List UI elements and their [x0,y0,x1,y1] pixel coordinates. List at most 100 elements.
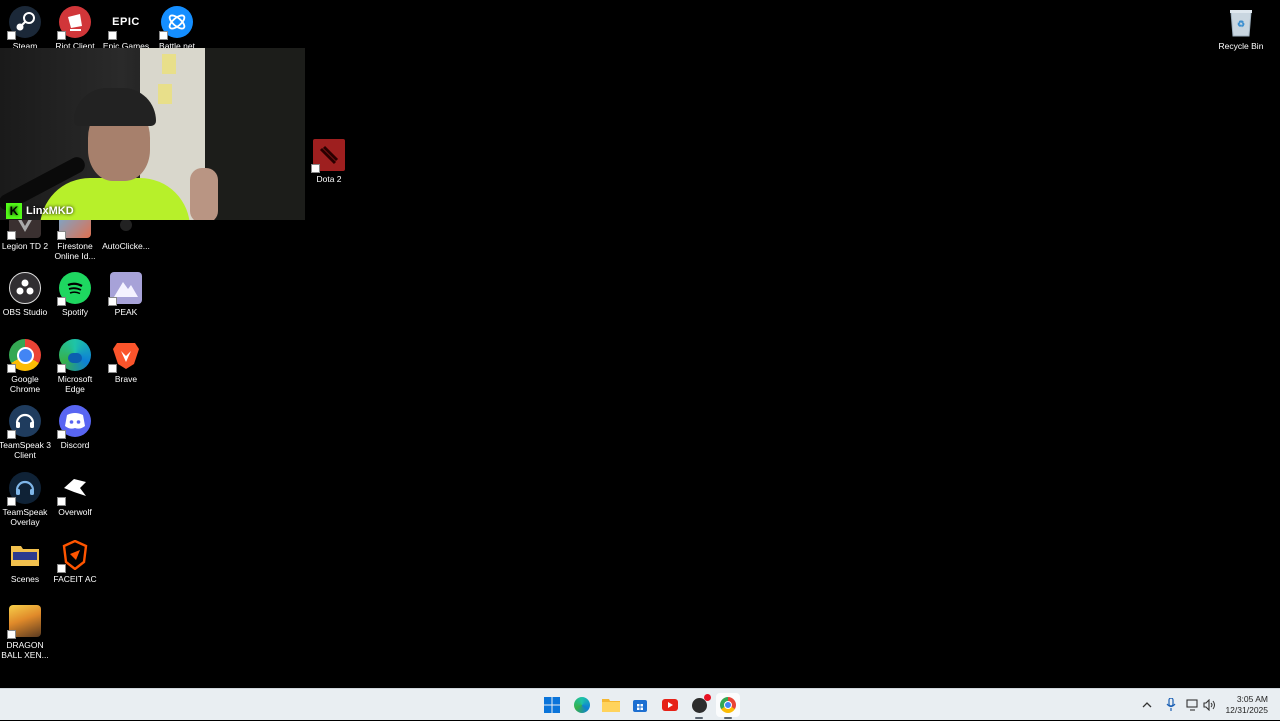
icon-label: Recycle Bin [1218,41,1264,51]
recycle-bin-icon: ♻ [1225,6,1257,38]
youtube-taskbar[interactable] [658,693,682,717]
desktop-icon-obs-studio[interactable]: OBS Studio [0,272,50,317]
obs-icon [691,693,711,713]
teamspeak-headset-icon [7,405,41,439]
shortcut-arrow-icon [7,630,16,639]
microphone-tray-button[interactable] [1166,689,1176,721]
volume-tray-button[interactable] [1203,689,1216,721]
icon-label: DRAGON BALL XEN... [1,640,49,660]
start-button[interactable] [540,693,564,717]
shortcut-arrow-icon [108,364,117,373]
chrome-icon [7,339,41,373]
shortcut-arrow-icon [57,364,66,373]
shortcut-arrow-icon [159,31,168,40]
shortcut-arrow-icon [7,231,16,240]
faceit-shield-icon [57,539,91,573]
desktop-icon-teamspeak-overlay[interactable]: TeamSpeak Overlay [0,472,50,527]
shortcut-arrow-icon [57,497,66,506]
desktop-icon-recycle-bin[interactable]: ♻ Recycle Bin [1216,6,1266,51]
icon-label: Microsoft Edge [57,374,93,394]
desktop-icon-google-chrome[interactable]: Google Chrome [0,339,50,394]
desktop-icon-dragon-ball[interactable]: DRAGON BALL XEN... [0,605,50,660]
running-indicator [695,717,703,719]
icon-label: Dota 2 [316,174,342,184]
desktop-icon-discord[interactable]: Discord [50,405,100,450]
shortcut-arrow-icon [7,364,16,373]
webcam-person-hand [190,168,218,220]
webcam-note [158,84,172,104]
desktop-icon-steam[interactable]: Steam [0,6,50,51]
icon-label: Overwolf [58,507,92,517]
clock[interactable]: 3:05 AM 12/31/2025 [1225,694,1268,716]
riot-fist-icon [57,6,91,40]
shortcut-arrow-icon [57,430,66,439]
streamer-name-tag: K LinxMKD [6,202,74,220]
teamspeak-overlay-icon [7,472,41,506]
desktop-icon-faceit-ac[interactable]: FACEIT AC [50,539,100,584]
show-hidden-icons-button[interactable] [1142,689,1152,721]
running-indicator [724,717,732,719]
epic-logo-text: EPIC [112,16,140,28]
microphone-icon [1166,698,1176,711]
icon-label: PEAK [114,307,138,317]
desktop-icon-microsoft-edge[interactable]: Microsoft Edge [50,339,100,394]
shortcut-arrow-icon [57,31,66,40]
icon-label: Spotify [62,307,88,317]
icon-label: TeamSpeak 3 Client [0,440,51,460]
obs-icon [9,272,41,304]
clock-time: 3:05 AM [1236,694,1268,704]
store-taskbar[interactable] [628,693,652,717]
clock-date: 12/31/2025 [1225,705,1268,715]
desktop-icon-battle-net[interactable]: Battle.net [152,6,202,51]
icon-label: FACEIT AC [53,574,97,584]
edge-taskbar[interactable] [570,693,594,717]
shortcut-arrow-icon [57,297,66,306]
network-tray-button[interactable] [1186,689,1200,721]
desktop-icon-epic-games[interactable]: EPIC Epic Games [101,6,151,51]
icon-label: Brave [114,374,138,384]
desktop-icon-brave[interactable]: Brave [101,339,151,384]
brave-lion-icon [108,339,142,373]
desktop-icon-riot-client[interactable]: Riot Client [50,6,100,51]
webcam-overlay: K LinxMKD [0,48,305,220]
desktop: Steam Riot Client EPIC Epic Games Battle… [0,0,1280,688]
icon-label: Firestone Online Id... [54,241,96,261]
icon-label: OBS Studio [2,307,48,317]
shortcut-arrow-icon [311,164,320,173]
webcam-note [162,54,176,74]
desktop-icon-overwolf[interactable]: Overwolf [50,472,100,517]
desktop-icon-spotify[interactable]: Spotify [50,272,100,317]
folder-icon [602,699,620,712]
desktop-icon-teamspeak-3[interactable]: TeamSpeak 3 Client [0,405,51,460]
shortcut-arrow-icon [7,31,16,40]
desktop-icon-peak[interactable]: PEAK [101,272,151,317]
shortcut-arrow-icon [108,31,117,40]
epic-games-icon: EPIC [108,6,142,40]
webcam-door [205,48,305,220]
icon-label: AutoClicke... [102,241,150,251]
spotify-icon [57,272,91,306]
edge-icon [57,339,91,373]
icon-label: Discord [60,440,90,450]
obs-taskbar[interactable] [687,693,711,719]
taskbar: 3:05 AM 12/31/2025 [0,688,1280,720]
shortcut-arrow-icon [7,430,16,439]
shortcut-arrow-icon [7,497,16,506]
kick-logo-icon: K [6,203,22,219]
desktop-icon-dota-2[interactable]: Dota 2 [304,139,354,184]
svg-text:♻: ♻ [1237,19,1245,29]
chevron-up-icon [1142,702,1152,708]
youtube-icon [662,699,678,711]
edge-icon [574,697,590,713]
chrome-icon [720,697,736,713]
icon-label: Scenes [10,574,40,584]
shortcut-arrow-icon [108,297,117,306]
network-icon [1186,699,1198,711]
chrome-taskbar[interactable] [716,693,740,719]
file-explorer-taskbar[interactable] [599,693,623,717]
overwolf-icon [57,472,91,506]
icon-label: Legion TD 2 [1,241,49,251]
steam-icon [7,6,41,40]
shortcut-arrow-icon [57,564,66,573]
desktop-icon-scenes[interactable]: Scenes [0,539,50,584]
